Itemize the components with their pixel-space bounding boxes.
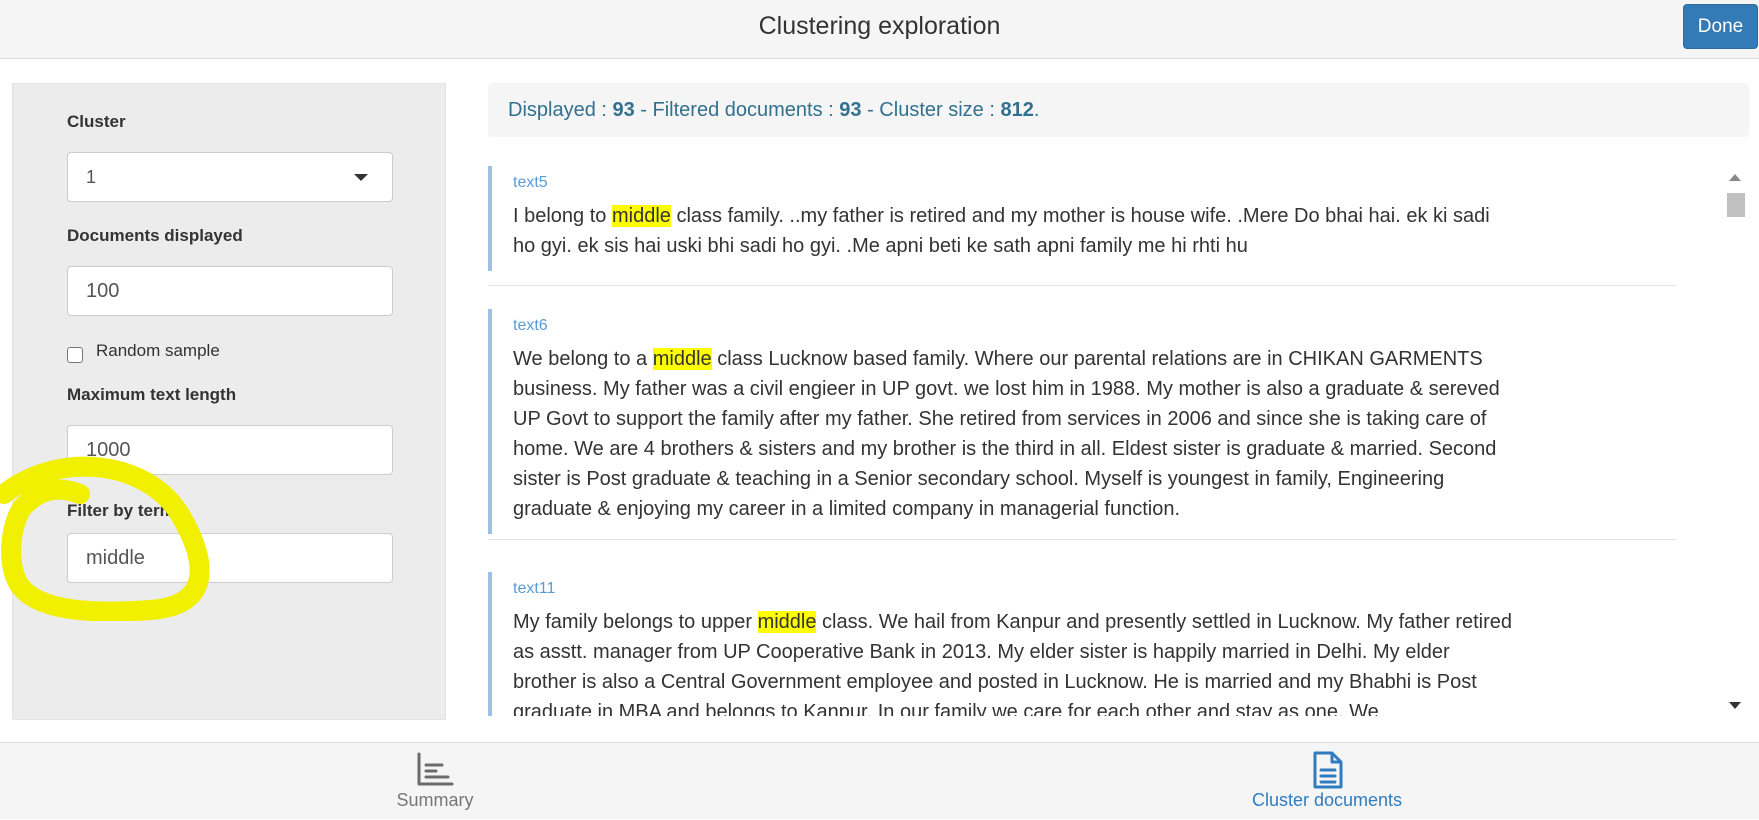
text-after: class Lucknow based family. Where our pa… xyxy=(513,348,1500,520)
document-text: My family belongs to upper middle class.… xyxy=(513,607,1513,716)
max-text-length-input[interactable] xyxy=(67,425,393,475)
bottom-tab-bar: Summary Cluster documents xyxy=(0,742,1759,819)
filtered-count: 93 xyxy=(839,99,862,121)
documents-displayed-input[interactable] xyxy=(67,266,393,316)
done-button[interactable]: Done xyxy=(1683,4,1758,49)
cluster-size-label: - Cluster size : xyxy=(861,99,1001,121)
page-title: Clustering exploration xyxy=(758,12,1001,40)
scroll-thumb[interactable] xyxy=(1727,193,1745,217)
filter-term-label: Filter by term xyxy=(67,501,175,520)
document-divider xyxy=(488,285,1676,286)
cluster-select[interactable]: 1 xyxy=(67,152,393,202)
document-icon xyxy=(1313,751,1343,789)
bar-chart-icon xyxy=(417,752,454,786)
text-before: We belong to a xyxy=(513,348,653,370)
document-id: text5 xyxy=(513,174,548,191)
tab-cluster-documents[interactable]: Cluster documents xyxy=(1177,743,1477,820)
document-text: We belong to a middle class Lucknow base… xyxy=(513,344,1513,534)
document-item: text6 We belong to a middle class Luckno… xyxy=(488,309,1728,534)
tab-cluster-documents-label: Cluster documents xyxy=(1251,790,1403,810)
text-before: My family belongs to upper xyxy=(513,611,758,633)
random-sample-checkbox[interactable] xyxy=(67,347,83,363)
cluster-select-value: 1 xyxy=(86,167,97,187)
scroll-up-arrow-icon[interactable] xyxy=(1729,174,1741,181)
tab-summary[interactable]: Summary xyxy=(285,743,585,820)
displayed-label: Displayed : xyxy=(508,99,613,121)
document-id: text11 xyxy=(513,580,556,597)
documents-displayed-label: Documents displayed xyxy=(67,226,243,245)
tab-summary-label: Summary xyxy=(396,790,474,810)
results-summary: Displayed : 93 - Filtered documents : 93… xyxy=(488,83,1749,137)
filter-term-input[interactable] xyxy=(67,533,393,583)
cluster-label: Cluster xyxy=(67,112,126,131)
document-id: text6 xyxy=(513,317,548,334)
highlighted-term: middle xyxy=(757,611,817,633)
filter-panel: Cluster 1 Documents displayed Random sam… xyxy=(12,83,446,720)
document-list: text5 I belong to middle class family. .… xyxy=(488,166,1728,716)
document-item: text11 My family belongs to upper middle… xyxy=(488,572,1728,716)
document-scrollbar[interactable] xyxy=(1722,166,1748,716)
random-sample-label: Random sample xyxy=(96,341,220,360)
max-text-length-label: Maximum text length xyxy=(67,385,237,404)
cluster-size-count: 812 xyxy=(1000,99,1034,121)
header-bar: Clustering exploration Done xyxy=(0,0,1759,59)
document-text: I belong to middle class family. ..my fa… xyxy=(513,201,1513,271)
chevron-down-icon xyxy=(354,174,368,181)
document-item: text5 I belong to middle class family. .… xyxy=(488,166,1728,271)
text-before: I belong to xyxy=(513,205,612,227)
highlighted-term: middle xyxy=(652,348,712,370)
displayed-count: 93 xyxy=(612,99,635,121)
summary-end: . xyxy=(1033,99,1040,121)
scroll-down-arrow-icon[interactable] xyxy=(1729,702,1741,709)
filtered-label: - Filtered documents : xyxy=(634,99,840,121)
document-divider xyxy=(488,539,1676,540)
highlighted-term: middle xyxy=(611,205,671,227)
